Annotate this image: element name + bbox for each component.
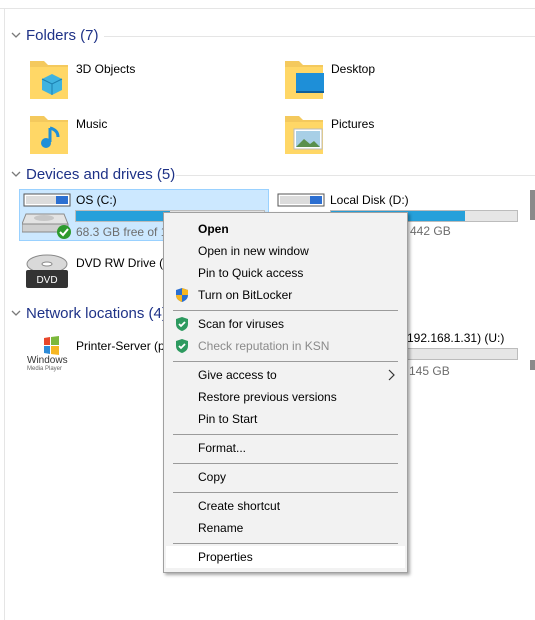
kaspersky-shield-icon	[176, 317, 188, 331]
desktop-folder-icon	[285, 61, 324, 99]
section-devices-title: Devices and drives (5)	[26, 165, 176, 183]
menu-item-rename[interactable]: Rename	[166, 517, 405, 539]
section-network-header[interactable]: Network locations (4)	[10, 303, 167, 323]
folder-desktop[interactable]: Desktop	[283, 55, 375, 101]
menu-item-properties[interactable]: Properties	[166, 546, 405, 568]
section-folders-title: Folders (7)	[26, 26, 99, 44]
menu-item-copy[interactable]: Copy	[166, 466, 405, 488]
menu-item-open-new-window[interactable]: Open in new window	[166, 240, 405, 262]
menu-item-scan-viruses[interactable]: Scan for viruses	[166, 313, 405, 335]
chevron-right-icon	[388, 369, 395, 381]
section-network-title: Network locations (4)	[26, 304, 167, 322]
menu-item-restore-versions[interactable]: Restore previous versions	[166, 386, 405, 408]
network-share-free: 145 GB	[409, 364, 450, 378]
menu-item-pin-quick-access[interactable]: Pin to Quick access	[166, 262, 405, 284]
network-share-usage-bar	[403, 348, 518, 360]
menu-separator	[173, 492, 398, 493]
chevron-down-icon	[11, 32, 21, 38]
drive-os-label: OS (C:)	[76, 193, 117, 207]
folder-3d-objects[interactable]: 3D Objects	[28, 55, 135, 101]
music-folder-icon	[30, 116, 68, 154]
chevron-down-icon	[11, 171, 21, 177]
hard-drive-icon	[22, 193, 71, 239]
context-menu: Open Open in new window Pin to Quick acc…	[163, 212, 408, 573]
folder-label: 3D Objects	[76, 62, 136, 76]
section-folders-header[interactable]: Folders (7)	[10, 25, 99, 45]
drive-d-label[interactable]: Local Disk (D:)	[330, 193, 409, 207]
menu-item-check-ksn[interactable]: Check reputation in KSN	[166, 335, 405, 357]
drive-partial-icon	[530, 190, 535, 220]
menu-separator	[173, 543, 398, 544]
drive-d-free: 442 GB	[410, 224, 451, 238]
menu-item-create-shortcut[interactable]: Create shortcut	[166, 495, 405, 517]
partial-icon	[530, 360, 535, 370]
menu-separator	[173, 463, 398, 464]
section-divider	[176, 175, 535, 176]
window-top-border	[0, 8, 535, 9]
3d-objects-folder-icon	[30, 61, 68, 99]
folder-pictures[interactable]: Pictures	[283, 110, 374, 156]
drive-os-free: 68.3 GB free of 1	[76, 225, 168, 239]
folder-label: Music	[76, 117, 108, 131]
menu-item-give-access[interactable]: Give access to	[166, 364, 405, 386]
drive-dvd-label[interactable]: DVD RW Drive (G	[76, 256, 172, 270]
folder-label: Desktop	[331, 62, 376, 76]
menu-item-format[interactable]: Format...	[166, 437, 405, 459]
drive-os-usage-fill	[76, 211, 170, 221]
menu-item-pin-start[interactable]: Pin to Start	[166, 408, 405, 430]
menu-item-open[interactable]: Open	[166, 218, 405, 240]
menu-separator	[173, 310, 398, 311]
hard-drive-icon	[277, 193, 325, 207]
section-devices-header[interactable]: Devices and drives (5)	[10, 164, 175, 184]
menu-item-bitlocker[interactable]: Turn on BitLocker	[166, 284, 405, 306]
dvd-drive-icon: DVD	[26, 254, 68, 288]
section-divider	[104, 36, 535, 37]
chevron-down-icon	[11, 310, 21, 316]
printer-server-label[interactable]: Printer-Server (p	[76, 339, 165, 353]
windows-logo-text: Windows	[27, 355, 68, 366]
dvd-icon-text: DVD	[36, 275, 57, 286]
kaspersky-shield-icon	[176, 339, 188, 353]
uac-shield-icon	[176, 288, 188, 302]
menu-separator	[173, 361, 398, 362]
folder-label: Pictures	[331, 117, 375, 131]
menu-separator	[173, 434, 398, 435]
folder-music[interactable]: Music	[28, 110, 107, 156]
network-share-label[interactable]: (192.168.1.31) (U:)	[403, 331, 504, 345]
windows-logo-subtext: Media Player	[27, 366, 63, 372]
pictures-folder-icon	[285, 116, 323, 154]
window-left-border	[4, 9, 5, 620]
